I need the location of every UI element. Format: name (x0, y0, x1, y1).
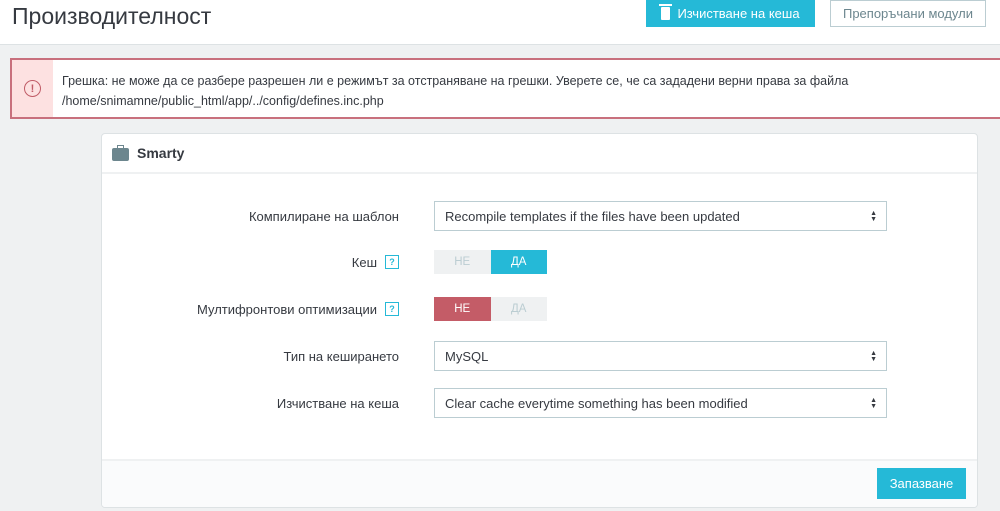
cache-type-select[interactable]: MySQL ▲ ▼ (434, 341, 887, 371)
page-title: Производителност (12, 3, 212, 29)
page-header: Производителност Изчистване на кеша Преп… (0, 0, 1000, 45)
compile-label: Компилиране на шаблон (248, 208, 399, 224)
error-alert: ! Грешка: не може да се разбере разрешен… (10, 58, 1000, 119)
cache-yes-option[interactable]: ДА (490, 250, 547, 274)
help-icon[interactable]: ? (385, 255, 399, 269)
cache-toggle[interactable]: НЕ ДА (434, 250, 547, 274)
multifront-toggle[interactable]: НЕ ДА (434, 297, 547, 321)
cache-row: Кеш? НЕ ДА (102, 247, 977, 277)
multifront-yes-option[interactable]: ДА (491, 297, 548, 321)
cache-label: Кеш (351, 254, 377, 270)
cache-no-option[interactable]: НЕ (434, 250, 491, 274)
cache-label-wrap: Кеш? (352, 247, 399, 277)
compile-row: Компилиране на шаблон Recompile template… (102, 201, 977, 231)
trash-icon (659, 4, 673, 20)
clear-cache-row: Изчистване на кеша Clear cache everytime… (102, 388, 977, 418)
briefcase-icon (112, 144, 129, 161)
alert-text: Грешка: не може да се разбере разрешен л… (62, 71, 848, 111)
cache-type-value: MySQL (445, 348, 489, 364)
error-icon: ! (24, 80, 41, 97)
select-arrows-icon: ▲ ▼ (870, 350, 877, 363)
multifront-no-option[interactable]: НЕ (434, 297, 491, 321)
multifront-label: Мултифронтови оптимизации (197, 301, 377, 317)
clear-cache-select[interactable]: Clear cache everytime something has been… (434, 388, 887, 418)
clear-cache-value: Clear cache everytime something has been… (445, 395, 748, 411)
compile-select[interactable]: Recompile templates if the files have be… (434, 201, 887, 231)
cache-type-label: Тип на кеширането (283, 348, 399, 364)
multifront-label-wrap: Мултифронтови оптимизации? (197, 294, 399, 324)
help-icon[interactable]: ? (385, 302, 399, 316)
clear-cache-button[interactable]: Изчистване на кеша (646, 0, 815, 27)
clear-cache-field-label: Изчистване на кеша (276, 395, 399, 411)
panel-title: Smarty (137, 145, 185, 161)
select-arrows-icon: ▲ ▼ (870, 210, 877, 223)
clear-cache-label: Изчистване на кеша (677, 6, 800, 21)
select-arrows-icon: ▲ ▼ (870, 397, 877, 410)
multifront-row: Мултифронтови оптимизации? НЕ ДА (102, 294, 977, 324)
panel-footer: Запазване (102, 459, 977, 507)
save-button[interactable]: Запазване (877, 468, 966, 499)
cache-type-row: Тип на кеширането MySQL ▲ ▼ (102, 341, 977, 371)
smarty-panel: Smarty Компилиране на шаблон Recompile t… (101, 133, 978, 508)
alert-line-1: Грешка: не може да се разбере разрешен л… (62, 74, 849, 88)
alert-icon-zone: ! (12, 60, 53, 117)
recommended-modules-button[interactable]: Препоръчани модули (830, 0, 986, 27)
panel-header: Smarty (102, 134, 977, 174)
compile-value: Recompile templates if the files have be… (445, 208, 740, 224)
alert-line-2: /home/snimamne/public_html/app/../config… (62, 94, 384, 108)
